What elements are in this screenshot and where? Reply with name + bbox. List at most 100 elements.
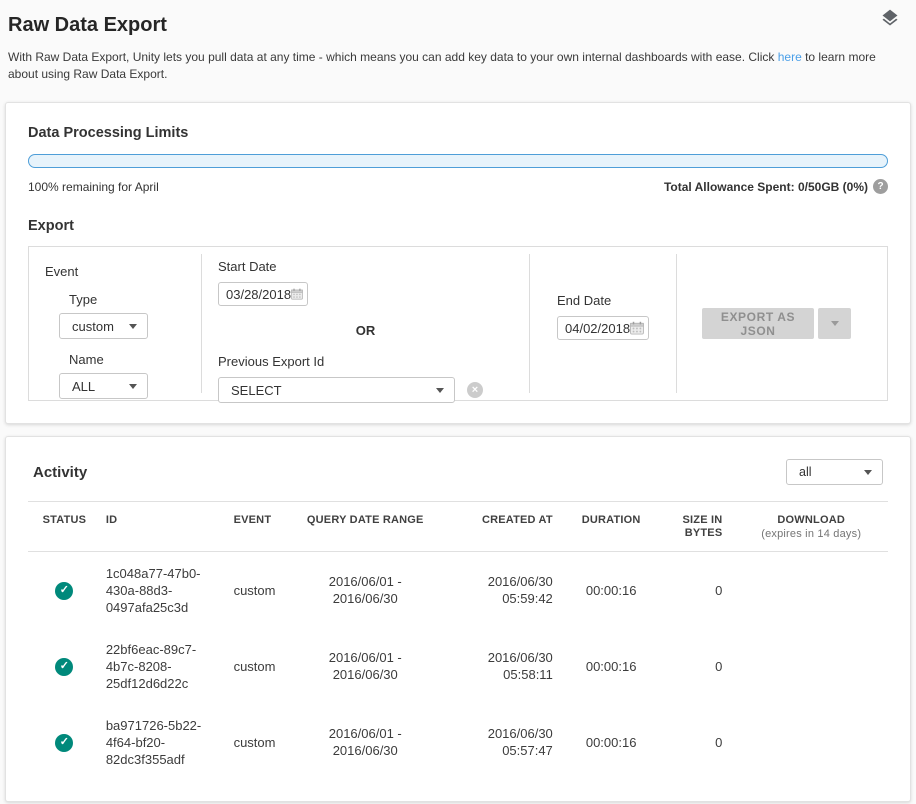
chevron-down-icon xyxy=(831,321,839,326)
query-date-range-cell: 2016/06/01 - 2016/06/30 xyxy=(300,649,430,683)
column-header-size-in-bytes: SIZE IN BYTES xyxy=(670,514,735,540)
limits-summary-row: 100% remaining for April Total Allowance… xyxy=(28,179,888,194)
chevron-down-icon xyxy=(436,388,444,393)
size-cell: 0 xyxy=(670,734,735,751)
data-allowance-progress-bar xyxy=(28,154,888,168)
event-cell: custom xyxy=(216,582,301,599)
export-heading: Export xyxy=(28,218,888,234)
column-header-query-date-range: QUERY DATE RANGE xyxy=(300,514,430,527)
status-cell: ✓ xyxy=(28,580,101,600)
end-date-section: End Date 04/02/2018 xyxy=(530,247,676,400)
download-expiry-note: (expires in 14 days) xyxy=(734,528,888,541)
event-label: Event xyxy=(45,264,201,279)
column-header-created-at: CREATED AT xyxy=(430,514,553,527)
previous-export-label: Previous Export Id xyxy=(218,354,513,369)
status-cell: ✓ xyxy=(28,732,101,752)
event-cell: custom xyxy=(216,734,301,751)
learn-more-link[interactable]: here xyxy=(778,50,802,64)
page-title: Raw Data Export xyxy=(8,14,908,37)
check-circle-icon: ✓ xyxy=(55,582,73,600)
table-row: ✓ 1c048a77-47b0-430a-88d3-0497afa25c3d c… xyxy=(28,552,888,628)
previous-export-select[interactable]: SELECT xyxy=(218,377,455,403)
activity-table-header: STATUS ID EVENT QUERY DATE RANGE CREATED… xyxy=(28,502,888,551)
event-name-select[interactable]: ALL xyxy=(59,373,148,399)
previous-export-row: SELECT × xyxy=(218,377,513,403)
limits-heading: Data Processing Limits xyxy=(28,125,888,141)
chevron-down-icon xyxy=(129,324,137,329)
export-card: Data Processing Limits 100% remaining fo… xyxy=(5,102,911,424)
id-cell: 22bf6eac-89c7-4b7c-8208-25df12d6d22c xyxy=(101,641,216,692)
start-date-value: 03/28/2018 xyxy=(226,287,291,302)
event-cell: custom xyxy=(216,658,301,675)
activity-header-row: Activity all xyxy=(28,459,888,485)
query-date-range: 2016/06/01 - 2016/06/30 xyxy=(317,649,413,683)
type-label: Type xyxy=(69,292,201,307)
query-date-range: 2016/06/01 - 2016/06/30 xyxy=(317,573,413,607)
id-cell: 1c048a77-47b0-430a-88d3-0497afa25c3d xyxy=(101,565,216,616)
export-format-dropdown-button[interactable] xyxy=(818,308,851,339)
duration-cell: 00:00:16 xyxy=(553,734,670,751)
created-at-cell: 2016/06/30 05:57:47 xyxy=(430,725,553,759)
end-date-input[interactable]: 04/02/2018 xyxy=(557,316,649,340)
query-date-range: 2016/06/01 - 2016/06/30 xyxy=(317,725,413,759)
export-action-section: EXPORT AS JSON xyxy=(677,247,887,400)
help-icon[interactable]: ? xyxy=(873,179,888,194)
export-as-json-button[interactable]: EXPORT AS JSON xyxy=(702,308,814,339)
activity-heading: Activity xyxy=(33,464,87,481)
created-at: 2016/06/30 05:57:47 xyxy=(469,725,553,759)
chevron-down-icon xyxy=(129,384,137,389)
duration-cell: 00:00:16 xyxy=(553,582,670,599)
end-date-label: End Date xyxy=(557,293,676,308)
or-label: OR xyxy=(218,323,513,338)
chevron-down-icon xyxy=(864,470,872,475)
duration-cell: 00:00:16 xyxy=(553,658,670,675)
activity-filter-select[interactable]: all xyxy=(786,459,883,485)
export-id: 22bf6eac-89c7-4b7c-8208-25df12d6d22c xyxy=(106,641,202,692)
export-id: ba971726-5b22-4f64-bf20-82dc3f355adf xyxy=(106,717,202,768)
table-row: ✓ ba971726-5b22-4f64-bf20-82dc3f355adf c… xyxy=(28,704,888,780)
end-date-value: 04/02/2018 xyxy=(565,321,630,336)
allowance-label: Total Allowance Spent: 0/50GB (0%) xyxy=(664,180,868,194)
query-date-range-cell: 2016/06/01 - 2016/06/30 xyxy=(300,725,430,759)
column-header-duration: DURATION xyxy=(553,514,670,527)
activity-table: STATUS ID EVENT QUERY DATE RANGE CREATED… xyxy=(28,501,888,780)
created-at-cell: 2016/06/30 05:58:11 xyxy=(430,649,553,683)
allowance-label-wrap: Total Allowance Spent: 0/50GB (0%) ? xyxy=(664,179,888,194)
event-name-value: ALL xyxy=(72,379,95,394)
id-cell: ba971726-5b22-4f64-bf20-82dc3f355adf xyxy=(101,717,216,768)
export-id: 1c048a77-47b0-430a-88d3-0497afa25c3d xyxy=(106,565,202,616)
column-header-download: DOWNLOAD (expires in 14 days) xyxy=(734,514,888,541)
event-type-select[interactable]: custom xyxy=(59,313,148,339)
previous-export-value: SELECT xyxy=(231,383,282,398)
dates-section: Start Date 03/28/2018 OR Previous Export… xyxy=(202,247,529,400)
event-type-value: custom xyxy=(72,319,114,334)
query-date-range-cell: 2016/06/01 - 2016/06/30 xyxy=(300,573,430,607)
remaining-label: 100% remaining for April xyxy=(28,180,159,194)
intro-text: With Raw Data Export, Unity lets you pul… xyxy=(0,37,905,83)
name-label: Name xyxy=(69,352,201,367)
calendar-icon[interactable] xyxy=(630,321,644,335)
column-header-event: EVENT xyxy=(216,514,301,527)
check-circle-icon: ✓ xyxy=(55,734,73,752)
calendar-icon[interactable] xyxy=(291,287,303,301)
created-at-cell: 2016/06/30 05:59:42 xyxy=(430,573,553,607)
size-cell: 0 xyxy=(670,658,735,675)
clear-icon[interactable]: × xyxy=(467,382,483,398)
page-header: Raw Data Export xyxy=(0,0,916,37)
export-split-button: EXPORT AS JSON xyxy=(702,308,851,339)
event-section: Event Type custom Name ALL xyxy=(29,247,201,400)
column-header-status: STATUS xyxy=(28,514,101,527)
created-at: 2016/06/30 05:58:11 xyxy=(469,649,553,683)
layers-icon[interactable] xyxy=(880,8,900,28)
created-at: 2016/06/30 05:59:42 xyxy=(469,573,553,607)
export-form: Event Type custom Name ALL Start Date 03… xyxy=(28,246,888,401)
activity-card: Activity all STATUS ID EVENT QUERY DATE … xyxy=(5,436,911,802)
column-header-id: ID xyxy=(101,514,216,527)
start-date-input[interactable]: 03/28/2018 xyxy=(218,282,308,306)
intro-before-link: With Raw Data Export, Unity lets you pul… xyxy=(8,50,778,64)
download-header-label: DOWNLOAD xyxy=(777,514,845,526)
table-row: ✓ 22bf6eac-89c7-4b7c-8208-25df12d6d22c c… xyxy=(28,628,888,704)
check-circle-icon: ✓ xyxy=(55,658,73,676)
start-date-label: Start Date xyxy=(218,259,513,274)
activity-filter-value: all xyxy=(799,465,812,479)
